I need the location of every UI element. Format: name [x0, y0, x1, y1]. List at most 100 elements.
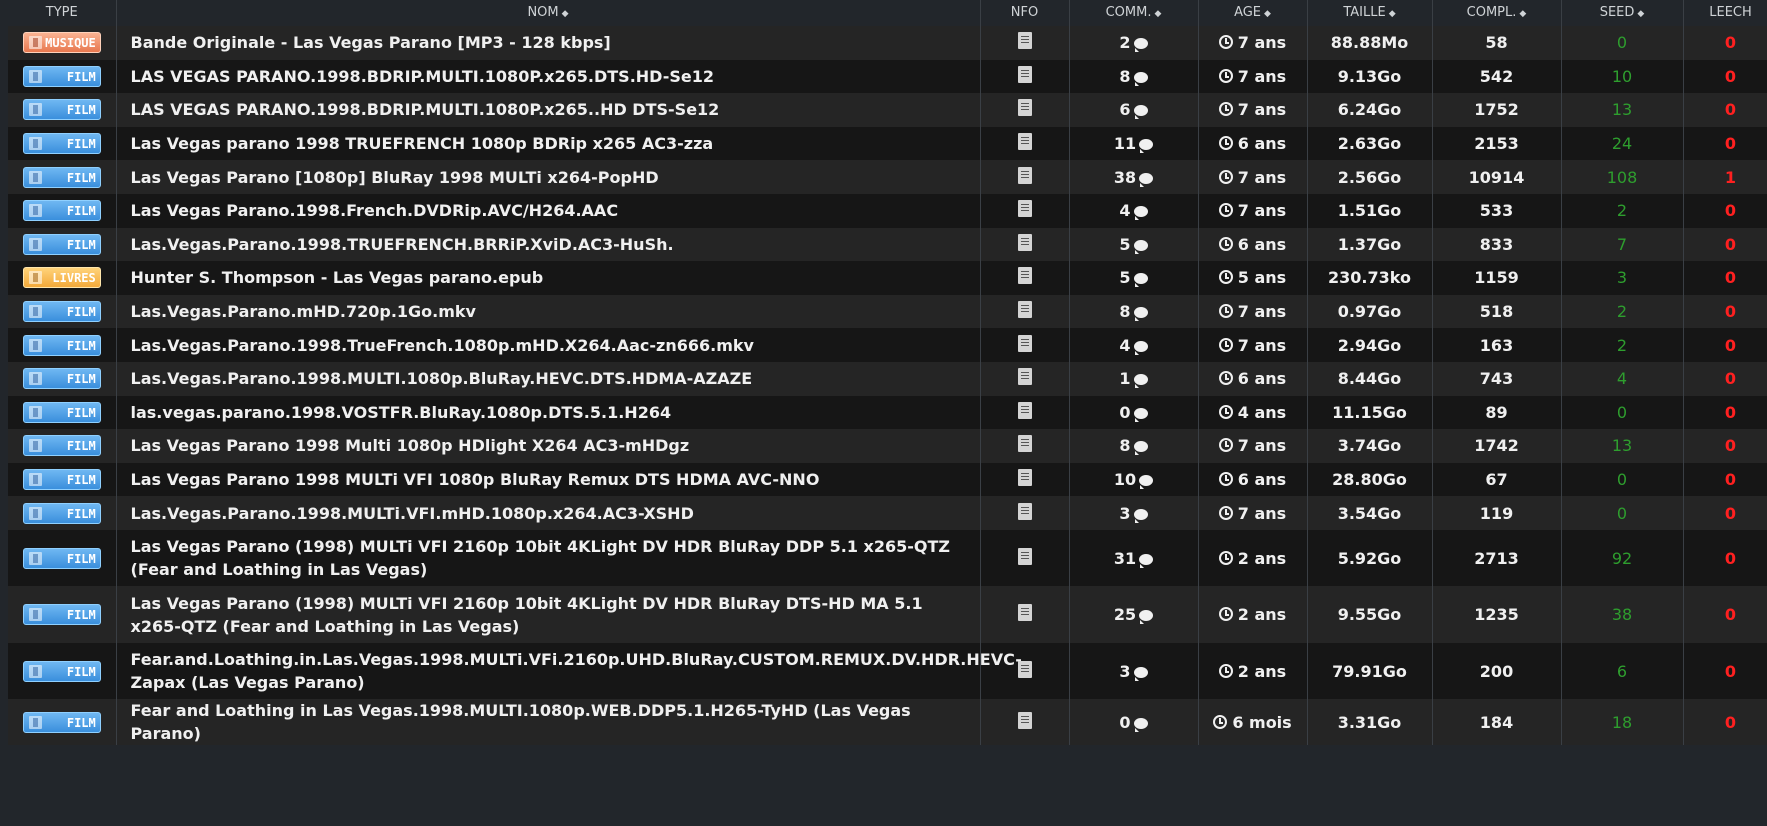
nfo-document-icon[interactable]	[1017, 334, 1032, 352]
torrent-name-link[interactable]: Las.Vegas.Parano.1998.MULTi.VFI.mHD.1080…	[131, 504, 694, 523]
table-row[interactable]: FILM Las Vegas parano 1998 TRUEFRENCH 108…	[8, 126, 1767, 161]
comments-count[interactable]: 6	[1119, 100, 1130, 119]
table-row[interactable]: FILM Fear and Loathing in Las Vegas.1998.…	[8, 699, 1767, 746]
category-badge[interactable]: FILM	[22, 133, 101, 155]
nfo-document-icon[interactable]	[1017, 32, 1032, 50]
comments-count[interactable]: 3	[1119, 662, 1130, 681]
torrent-name-link[interactable]: Las.Vegas.Parano.1998.MULTI.1080p.BluRay…	[131, 369, 753, 388]
category-badge[interactable]: FILM	[22, 301, 101, 323]
table-row[interactable]: FILM las.vegas.parano.1998.VOSTFR.BluRay.…	[8, 395, 1767, 430]
header-leech[interactable]: LEECH	[1683, 0, 1767, 26]
category-badge[interactable]: FILM	[22, 469, 101, 491]
category-badge[interactable]: FILM	[22, 604, 101, 626]
table-row[interactable]: FILM Las.Vegas.Parano.1998.MULTI.1080p.Bl…	[8, 361, 1767, 396]
torrent-name-link[interactable]: Las.Vegas.Parano.1998.TrueFrench.1080p.m…	[131, 336, 754, 355]
nfo-document-icon[interactable]	[1017, 65, 1032, 83]
comments-count[interactable]: 11	[1114, 134, 1136, 153]
category-badge[interactable]: LIVRES	[22, 267, 101, 289]
table-row[interactable]: FILM Las Vegas Parano (1998) MULTi VFI 21…	[8, 529, 1767, 587]
category-badge[interactable]: MUSIQUE	[22, 32, 101, 54]
comments-count[interactable]: 10	[1114, 470, 1136, 489]
nfo-document-icon[interactable]	[1017, 469, 1032, 487]
nfo-document-icon[interactable]	[1017, 435, 1032, 453]
torrent-name-link[interactable]: Las Vegas Parano (1998) MULTi VFI 2160p …	[131, 537, 951, 579]
comments-count[interactable]: 25	[1114, 605, 1136, 624]
nfo-document-icon[interactable]	[1017, 711, 1032, 729]
table-row[interactable]: FILM LAS VEGAS PARANO.1998.BDRIP.MULTI.10…	[8, 93, 1767, 127]
torrent-name-link[interactable]: Hunter S. Thompson - Las Vegas parano.ep…	[131, 268, 544, 287]
comments-count[interactable]: 5	[1119, 268, 1130, 287]
table-row[interactable]: FILM Las Vegas Parano 1998 MULTi VFI 1080…	[8, 462, 1767, 497]
torrent-name-link[interactable]: Las Vegas Parano [1080p] BluRay 1998 MUL…	[131, 168, 659, 187]
comments-count[interactable]: 0	[1119, 713, 1130, 732]
torrent-name-link[interactable]: Las.Vegas.Parano.1998.TRUEFRENCH.BRRiP.X…	[131, 235, 674, 254]
header-comm[interactable]: COMM. ◆	[1069, 0, 1199, 26]
torrent-name-link[interactable]: Las Vegas Parano (1998) MULTi VFI 2160p …	[131, 594, 923, 636]
torrent-name-link[interactable]: Fear.and.Loathing.in.Las.Vegas.1998.MULT…	[131, 650, 1022, 692]
table-row[interactable]: FILM Las Vegas Parano (1998) MULTi VFI 21…	[8, 586, 1767, 643]
nfo-document-icon[interactable]	[1017, 233, 1032, 251]
table-row[interactable]: LIVRES Hunter S. Thompson - Las Vegas par…	[8, 261, 1767, 295]
nfo-document-icon[interactable]	[1017, 301, 1032, 319]
nfo-document-icon[interactable]	[1017, 368, 1032, 386]
header-age[interactable]: AGE ◆	[1198, 0, 1308, 26]
nfo-document-icon[interactable]	[1017, 133, 1032, 151]
category-badge[interactable]: FILM	[22, 65, 101, 87]
category-badge[interactable]: FILM	[22, 334, 101, 356]
category-badge[interactable]: FILM	[22, 99, 101, 121]
header-seed[interactable]: SEED ◆	[1561, 0, 1684, 26]
torrent-name-link[interactable]: Las Vegas Parano.1998.French.DVDRip.AVC/…	[131, 201, 619, 220]
header-type[interactable]: TYPE	[8, 0, 117, 26]
torrent-name-link[interactable]: Las Vegas Parano 1998 Multi 1080p HDligh…	[131, 436, 690, 455]
comments-count[interactable]: 8	[1119, 436, 1130, 455]
comments-count[interactable]: 3	[1119, 504, 1130, 523]
category-badge[interactable]: FILM	[22, 401, 101, 423]
category-badge[interactable]: FILM	[22, 502, 101, 524]
torrent-name-link[interactable]: Las Vegas Parano 1998 MULTi VFI 1080p Bl…	[131, 470, 820, 489]
torrent-name-link[interactable]: Bande Originale - Las Vegas Parano [MP3 …	[131, 33, 611, 52]
comments-count[interactable]: 2	[1119, 33, 1130, 52]
comments-count[interactable]: 38	[1114, 168, 1136, 187]
torrent-name-link[interactable]: las.vegas.parano.1998.VOSTFR.BluRay.1080…	[131, 403, 672, 422]
table-row[interactable]: FILM Las Vegas Parano [1080p] BluRay 1998…	[8, 160, 1767, 194]
table-row[interactable]: FILM Las.Vegas.Parano.mHD.720p.1Go.mkv 8 7 …	[8, 294, 1767, 329]
category-badge[interactable]: FILM	[22, 368, 101, 390]
comments-count[interactable]: 8	[1119, 302, 1130, 321]
header-size[interactable]: TAILLE ◆	[1307, 0, 1433, 26]
nfo-document-icon[interactable]	[1017, 502, 1032, 520]
table-row[interactable]: FILM Las Vegas Parano 1998 Multi 1080p HD…	[8, 429, 1767, 463]
table-row[interactable]: FILM Las.Vegas.Parano.1998.TrueFrench.108…	[8, 328, 1767, 362]
nfo-document-icon[interactable]	[1017, 547, 1032, 565]
nfo-document-icon[interactable]	[1017, 267, 1032, 285]
nfo-document-icon[interactable]	[1017, 660, 1032, 678]
torrent-name-link[interactable]: LAS VEGAS PARANO.1998.BDRIP.MULTI.1080P.…	[131, 67, 715, 86]
comments-count[interactable]: 8	[1119, 67, 1130, 86]
comments-count[interactable]: 0	[1119, 403, 1130, 422]
category-badge[interactable]: FILM	[22, 233, 101, 255]
comments-count[interactable]: 4	[1119, 201, 1130, 220]
category-badge[interactable]: FILM	[22, 200, 101, 222]
torrent-name-link[interactable]: Las Vegas parano 1998 TRUEFRENCH 1080p B…	[131, 134, 714, 153]
category-badge[interactable]: FILM	[22, 166, 101, 188]
header-name[interactable]: NOM ◆	[116, 0, 981, 26]
nfo-document-icon[interactable]	[1017, 166, 1032, 184]
table-row[interactable]: FILM Fear.and.Loathing.in.Las.Vegas.1998.…	[8, 642, 1767, 700]
table-row[interactable]: FILM LAS VEGAS PARANO.1998.BDRIP.MULTI.10…	[8, 59, 1767, 94]
category-badge[interactable]: FILM	[22, 547, 101, 569]
category-badge[interactable]: FILM	[22, 435, 101, 457]
comments-count[interactable]: 4	[1119, 336, 1130, 355]
table-row[interactable]: MUSIQUE Bande Originale - Las Vegas Paran…	[8, 26, 1767, 60]
torrent-name-link[interactable]: Fear and Loathing in Las Vegas.1998.MULT…	[131, 701, 911, 743]
nfo-document-icon[interactable]	[1017, 401, 1032, 419]
nfo-document-icon[interactable]	[1017, 200, 1032, 218]
category-badge[interactable]: FILM	[22, 660, 101, 682]
header-compl[interactable]: COMPL. ◆	[1432, 0, 1562, 26]
table-row[interactable]: FILM Las.Vegas.Parano.1998.TRUEFRENCH.BRR…	[8, 227, 1767, 262]
comments-count[interactable]: 1	[1119, 369, 1130, 388]
table-row[interactable]: FILM Las.Vegas.Parano.1998.MULTi.VFI.mHD.…	[8, 496, 1767, 530]
nfo-document-icon[interactable]	[1017, 604, 1032, 622]
torrent-name-link[interactable]: LAS VEGAS PARANO.1998.BDRIP.MULTI.1080P.…	[131, 100, 720, 119]
table-row[interactable]: FILM Las Vegas Parano.1998.French.DVDRip.…	[8, 193, 1767, 228]
nfo-document-icon[interactable]	[1017, 99, 1032, 117]
category-badge[interactable]: FILM	[22, 711, 101, 733]
